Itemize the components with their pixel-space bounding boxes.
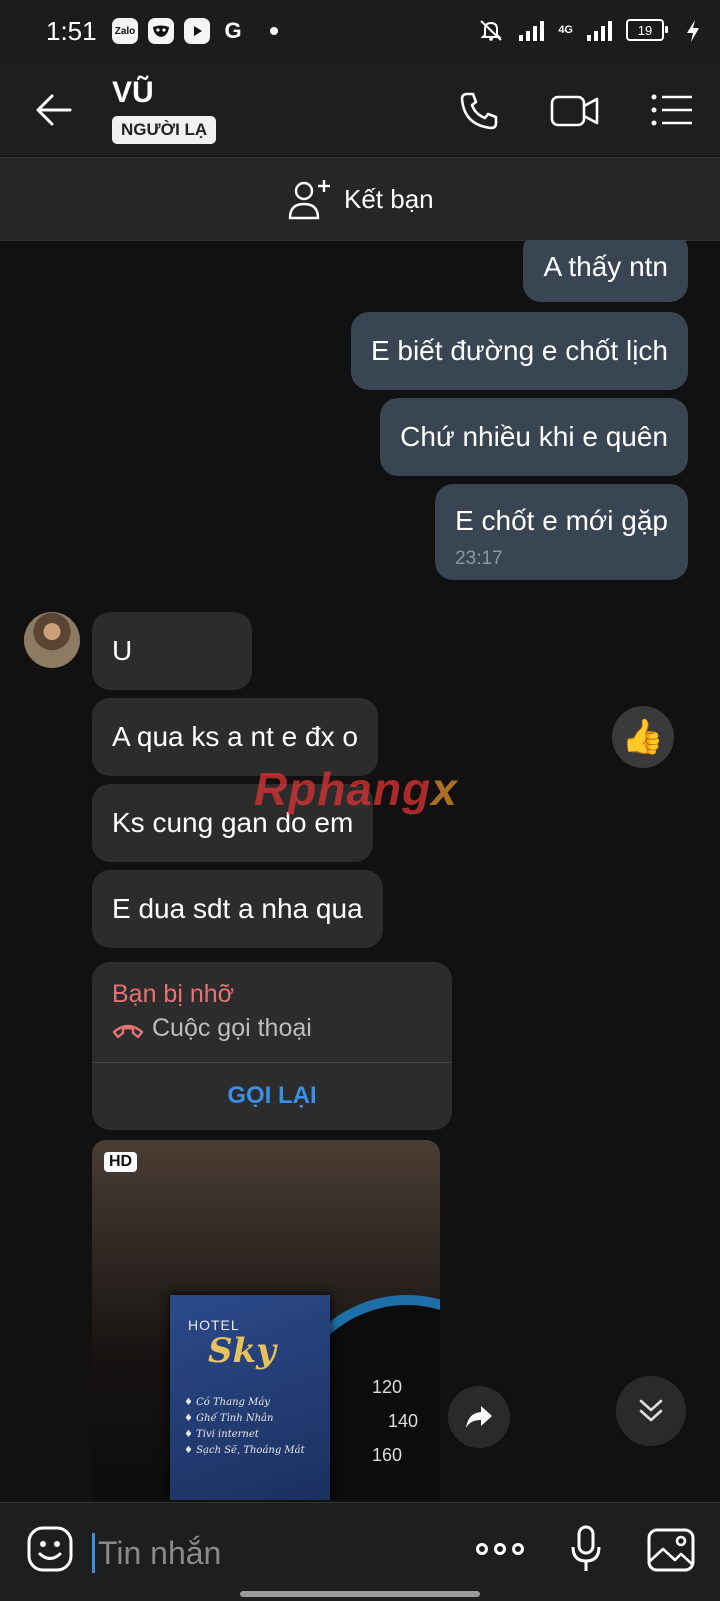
scroll-to-bottom-button[interactable] — [616, 1376, 686, 1446]
gauge-numbers: 120 140 160 — [372, 1370, 418, 1472]
watermark: Rphangx — [254, 762, 458, 816]
hd-badge: HD — [104, 1152, 138, 1172]
hotel-feature: Tivi internet — [196, 1429, 259, 1440]
message-out[interactable]: E biết đường e chốt lịch — [350, 312, 688, 390]
phone-icon[interactable] — [458, 90, 500, 132]
youtube-icon — [184, 18, 210, 44]
gauge-number: 120 — [372, 1377, 403, 1397]
back-arrow-icon[interactable] — [34, 90, 74, 130]
message-out[interactable]: A thấy ntn — [523, 240, 688, 302]
message-text: A thấy ntn — [543, 251, 668, 282]
watermark-text: Rphang — [254, 763, 432, 815]
avatar[interactable] — [24, 612, 80, 668]
stranger-badge: NGƯỜI LẠ — [112, 116, 217, 144]
chevron-double-down-icon — [639, 1399, 663, 1422]
home-indicator — [240, 1591, 480, 1597]
photo-message[interactable]: HD 120 140 160 HOTEL Sky ♦ Có Thang Máy … — [92, 1140, 440, 1500]
message-text: Chứ nhiều khi e quên — [400, 421, 668, 452]
mask-app-icon — [148, 18, 174, 44]
watermark-suffix: x — [431, 763, 458, 815]
mic-icon[interactable] — [570, 1525, 602, 1573]
message-text: E dua sdt a nha qua — [112, 893, 363, 924]
hotel-card: HOTEL Sky ♦ Có Thang Máy ♦ Ghế Tình Nhân… — [170, 1295, 330, 1500]
hotel-card-brand: Sky — [208, 1331, 276, 1371]
add-friend-bar[interactable]: Kết bạn — [0, 157, 720, 241]
google-icon: G — [224, 18, 242, 43]
missed-call-icon — [112, 1024, 144, 1038]
notification-dot — [270, 27, 278, 35]
more-dots-icon[interactable] — [476, 1543, 524, 1555]
message-out[interactable]: E chốt e mới gặp 23:17 — [435, 484, 688, 580]
signal-icon — [519, 19, 545, 41]
like-reaction-button[interactable]: 👍 — [612, 706, 674, 768]
message-in[interactable]: U — [92, 612, 252, 690]
message-composer — [0, 1502, 720, 1601]
add-friend-icon — [288, 180, 330, 220]
add-friend-label: Kết bạn — [344, 183, 434, 214]
message-out[interactable]: Chứ nhiều khi e quên — [380, 398, 688, 476]
text-cursor — [92, 1533, 95, 1573]
video-icon[interactable] — [550, 92, 600, 130]
list-menu-icon[interactable] — [650, 92, 694, 128]
message-in[interactable]: E dua sdt a nha qua — [92, 870, 383, 948]
add-friend-button[interactable]: Kết bạn — [288, 178, 434, 220]
status-app-icons: Zalo G — [112, 18, 278, 44]
hotel-feature: Ghế Tình Nhân — [196, 1413, 274, 1424]
zalo-icon: Zalo — [112, 18, 138, 44]
chat-header: VŨ NGƯỜI LẠ — [0, 64, 720, 156]
contact-name[interactable]: VŨ — [112, 76, 154, 110]
battery-level: 19 — [637, 22, 653, 38]
thumbs-up-icon: 👍 — [621, 718, 665, 756]
message-input[interactable] — [96, 1529, 440, 1577]
forward-button[interactable] — [448, 1386, 510, 1448]
hotel-feature: Sạch Sẽ, Thoáng Mát — [196, 1445, 305, 1456]
gauge-number: 140 — [388, 1411, 419, 1431]
status-time: 1:51 — [46, 16, 97, 46]
message-time: 23:17 — [455, 548, 503, 569]
missed-call-subtitle: Cuộc gọi thoại — [112, 1014, 312, 1043]
mute-icon — [480, 20, 503, 41]
emoji-icon[interactable] — [26, 1525, 74, 1573]
missed-call-type: Cuộc gọi thoại — [152, 1014, 312, 1042]
signal-icon-2 — [587, 19, 612, 41]
charging-icon — [687, 20, 699, 42]
status-bar: 1:51 Zalo G 4G 19 — [0, 0, 720, 64]
missed-call-card[interactable]: Bạn bị nhỡ Cuộc gọi thoại GỌI LẠI — [92, 962, 452, 1130]
message-text: E chốt e mới gặp — [455, 505, 668, 536]
status-indicators: 4G 19 — [477, 18, 668, 42]
hotel-feature: Có Thang Máy — [196, 1397, 270, 1408]
gauge-number: 160 — [372, 1445, 403, 1465]
call-back-button[interactable]: GỌI LẠI — [92, 1062, 452, 1130]
image-icon[interactable] — [646, 1527, 696, 1573]
battery-icon: 19 — [626, 19, 668, 41]
message-list[interactable]: A thấy ntn E biết đường e chốt lịch Chứ … — [0, 240, 720, 1500]
message-text: U — [112, 635, 133, 666]
forward-icon — [466, 1406, 492, 1428]
hotel-card-features: ♦ Có Thang Máy ♦ Ghế Tình Nhân ♦ Tivi in… — [184, 1397, 305, 1456]
network-type: 4G — [558, 24, 573, 36]
message-text: E biết đường e chốt lịch — [370, 335, 668, 366]
missed-call-title: Bạn bị nhỡ — [112, 980, 235, 1008]
